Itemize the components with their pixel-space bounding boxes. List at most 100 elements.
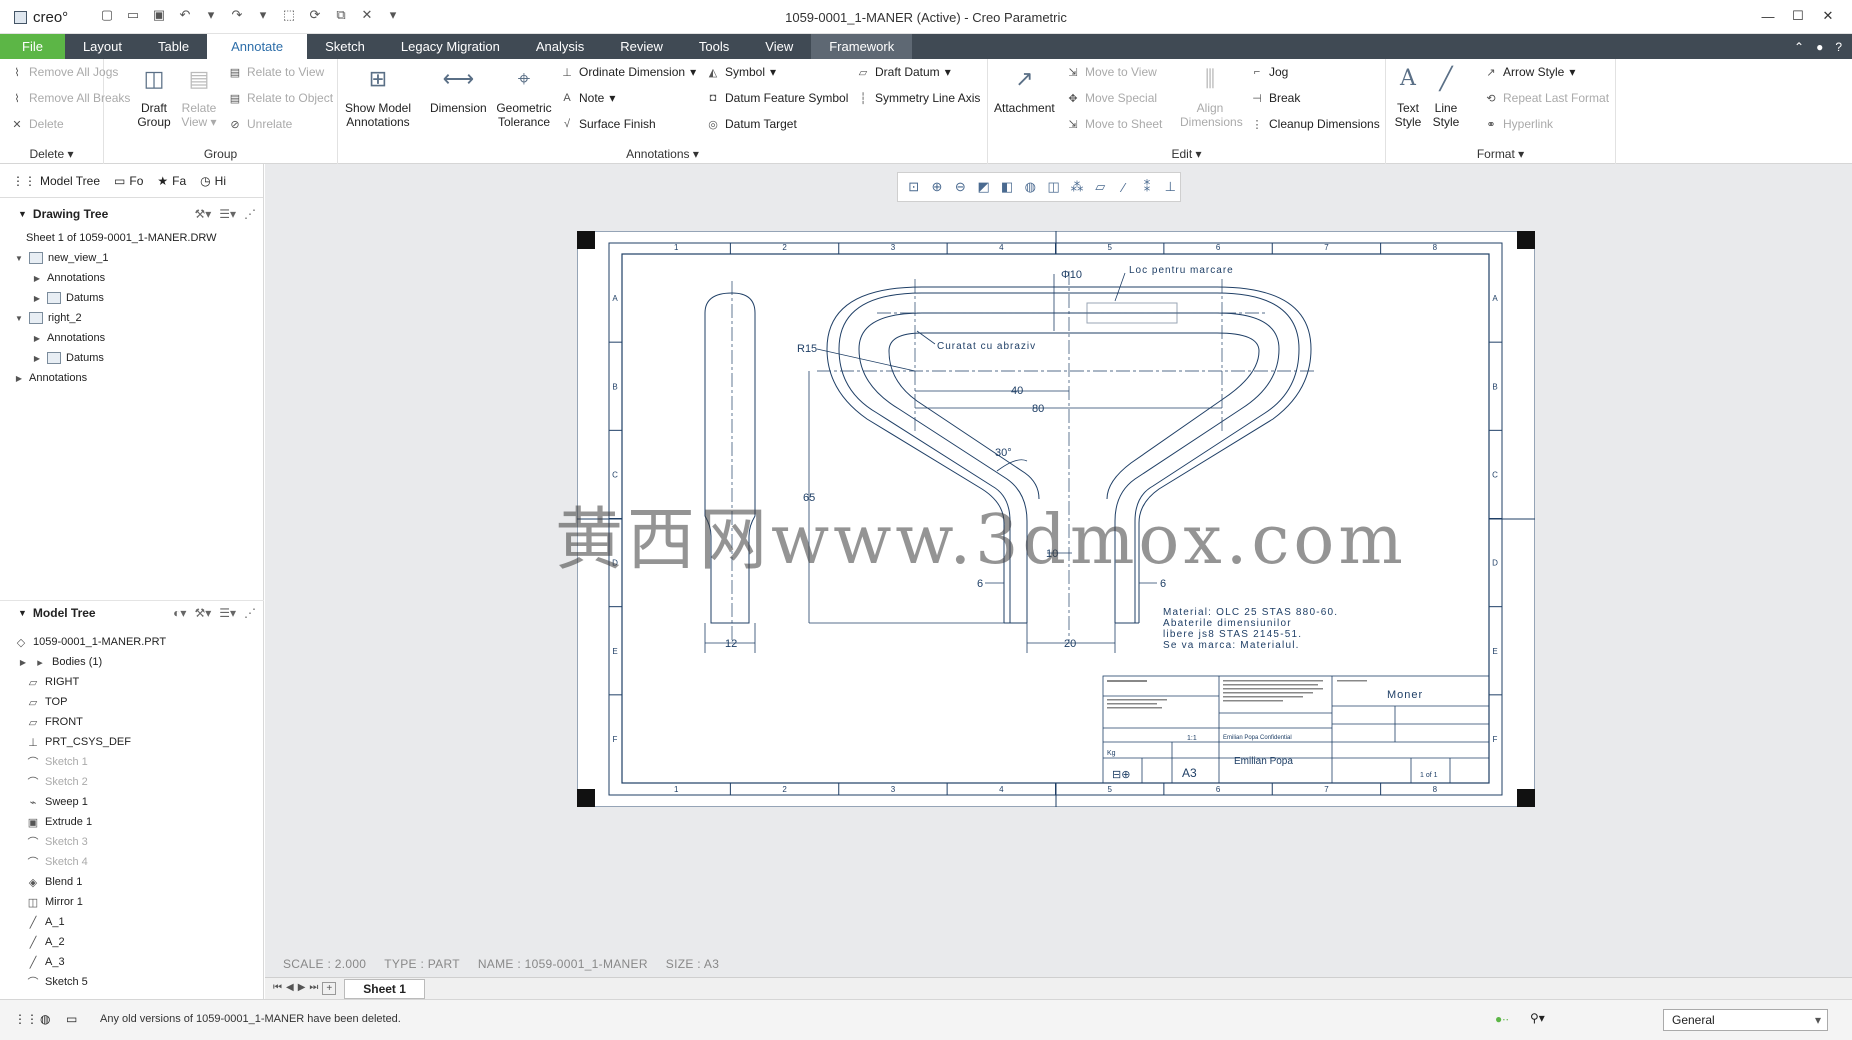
regeneration-status-icon[interactable]: ●∙∙ [1495, 1012, 1509, 1026]
tree-item-sheet[interactable]: Sheet 1 of 1059-0001_1-MANER.DRW [26, 228, 217, 248]
tree-filter-icon[interactable]: ⋰ [244, 207, 256, 221]
tab-annotate[interactable]: Annotate [207, 34, 308, 59]
selection-filter-dropdown[interactable]: General [1663, 1009, 1828, 1031]
expand-icon[interactable]: ▶ [14, 374, 24, 383]
show-model-annotations-button[interactable]: ⊞ Show Model Annotations [342, 63, 414, 130]
point-display-icon[interactable]: ⁑ [1137, 177, 1156, 197]
dim-6-right[interactable]: 6 [1160, 578, 1166, 590]
tree-item-annotations[interactable]: ▶ Annotations [32, 328, 105, 348]
redo-icon[interactable]: ↷ [228, 6, 246, 24]
panel-tab-model-tree[interactable]: ⋮⋮ Model Tree [12, 174, 100, 188]
format-group-label[interactable]: Format ▾ [1386, 147, 1615, 161]
delete-button[interactable]: ✕ Delete [10, 117, 63, 131]
tree-item-annotations[interactable]: ▶ Annotations [14, 368, 87, 388]
expand-icon[interactable]: ▼ [14, 254, 24, 263]
datum-target-button[interactable]: ◎ Datum Target [706, 117, 797, 131]
note-marking[interactable]: Loc pentru marcare [1129, 265, 1234, 276]
help-icon[interactable]: ? [1835, 40, 1842, 54]
close-button[interactable]: ✕ [1814, 5, 1842, 27]
jog-button[interactable]: ⌐ Jog [1250, 65, 1289, 79]
dim-12[interactable]: 12 [725, 638, 737, 650]
expand-icon[interactable]: ▶ [18, 658, 28, 667]
add-sheet-icon[interactable]: + [322, 982, 337, 995]
browser-toggle-icon[interactable]: ◍ [40, 1012, 50, 1026]
model-tree-item[interactable]: ╱ A_3 [26, 952, 65, 972]
remove-all-jogs-button[interactable]: ⌇ Remove All Jogs [10, 65, 118, 79]
draft-datum-button[interactable]: ▱ Draft Datum ▾ [856, 65, 951, 79]
display-style-icon[interactable]: ◧ [997, 177, 1016, 197]
tree-item-datums[interactable]: ▶ Datums [32, 288, 104, 308]
arrow-style-button[interactable]: ↗ Arrow Style ▾ [1484, 65, 1575, 79]
select-box-icon[interactable]: ⬚ [280, 6, 298, 24]
cleanup-dimensions-button[interactable]: ⋮ Cleanup Dimensions [1250, 117, 1380, 131]
relate-to-object-button[interactable]: ▤ Relate to Object [228, 91, 333, 105]
break-button[interactable]: ⊣ Break [1250, 91, 1300, 105]
refit-icon[interactable]: ⊡ [904, 177, 923, 197]
panel-tab-favorites[interactable]: ★ Fa [157, 174, 186, 188]
model-tree-item[interactable]: ◇ 1059-0001_1-MANER.PRT [14, 632, 166, 652]
model-tree-item[interactable]: ▣ Extrude 1 [26, 812, 92, 832]
zoom-out-icon[interactable]: ⊖ [951, 177, 970, 197]
geometric-tolerance-button[interactable]: ⌖ Geometric Tolerance [494, 63, 554, 130]
note-abrasive[interactable]: Curatat cu abraziv [937, 341, 1036, 352]
zoom-in-icon[interactable]: ⊕ [927, 177, 946, 197]
undo-icon[interactable]: ↶ [176, 6, 194, 24]
line-style-button[interactable]: ╱ Line Style [1430, 63, 1462, 130]
panel-tab-folder[interactable]: ▭ Fo [114, 174, 143, 188]
expand-icon[interactable]: ▶ [32, 274, 42, 283]
tab-review[interactable]: Review [602, 34, 681, 59]
drawing-title[interactable]: Moner [1387, 689, 1423, 701]
model-tree-item[interactable]: ▱ RIGHT [26, 672, 79, 692]
axis-display-icon[interactable]: ∕ [1114, 177, 1133, 197]
tab-framework[interactable]: Framework [811, 34, 913, 59]
unrelate-button[interactable]: ⊘ Unrelate [228, 117, 292, 131]
move-special-button[interactable]: ✥ Move Special [1066, 91, 1157, 105]
draft-datum-dropdown-icon[interactable]: ▾ [945, 65, 951, 79]
regenerate-icon[interactable]: ⟳ [306, 6, 324, 24]
ordinate-dropdown-icon[interactable]: ▾ [690, 65, 696, 79]
first-sheet-icon[interactable]: ⏮ [273, 982, 282, 995]
datum-display-icon[interactable]: ⁂ [1067, 177, 1086, 197]
ordinate-dimension-button[interactable]: ⊥ Ordinate Dimension ▾ [560, 65, 696, 79]
redo-dropdown-icon[interactable]: ▾ [254, 6, 272, 24]
dim-20[interactable]: 20 [1064, 638, 1076, 650]
dim-30[interactable]: 30° [995, 447, 1012, 459]
tree-settings-icon[interactable]: ⚒▾ [194, 207, 211, 221]
last-sheet-icon[interactable]: ⏭ [309, 982, 318, 995]
model-tree-item[interactable]: ▶ ▸ Bodies (1) [18, 652, 102, 672]
collapse-ribbon-icon[interactable]: ⌃ [1794, 40, 1804, 54]
model-tree-item[interactable]: ⌁ Sweep 1 [26, 792, 88, 812]
customize-qat-icon[interactable]: ▾ [384, 6, 402, 24]
delete-group-label[interactable]: Delete ▾ [0, 147, 103, 161]
show-icon[interactable]: ◐▾ [173, 606, 186, 620]
model-tree-item[interactable]: ╱ A_2 [26, 932, 65, 952]
plane-display-icon[interactable]: ▱ [1091, 177, 1110, 197]
tab-view[interactable]: View [747, 34, 811, 59]
tab-tools[interactable]: Tools [681, 34, 747, 59]
model-tree-header[interactable]: ▼ Model Tree ◐▾ ⚒▾ ☰▾ ⋰ [0, 600, 264, 624]
drawing-tree-header[interactable]: ▼ Drawing Tree ⚒▾ ☰▾ ⋰ [0, 202, 264, 226]
repaint-icon[interactable]: ◩ [974, 177, 993, 197]
align-dimensions-button[interactable]: ⫼ Align Dimensions [1180, 63, 1243, 130]
tree-item-annotations[interactable]: ▶ Annotations [32, 268, 105, 288]
hyperlink-button[interactable]: ⚭ Hyperlink [1484, 117, 1553, 131]
graphics-area[interactable]: ⊡ ⊕ ⊖ ◩ ◧ ◍ ◫ ⁂ ▱ ∕ ⁑ ⊥ 1122334455667788… [265, 164, 1852, 977]
drawing-sheet[interactable]: 1122334455667788A AB BC CD DE EF F Φ10 R… [577, 231, 1535, 807]
expand-icon[interactable]: ▶ [32, 334, 42, 343]
next-sheet-icon[interactable]: ▶ [298, 982, 306, 995]
model-tree-item[interactable]: ⌒ Sketch 2 [26, 772, 88, 792]
dim-6-left[interactable]: 6 [977, 578, 983, 590]
dim-10[interactable]: 10 [1046, 548, 1058, 560]
undo-dropdown-icon[interactable]: ▾ [202, 6, 220, 24]
tree-item-right-2[interactable]: ▼ right_2 [14, 308, 82, 328]
relate-view-button[interactable]: ▤ Relate View ▾ [179, 63, 219, 130]
annotations-group-label[interactable]: Annotations ▾ [338, 147, 987, 161]
model-tree-item[interactable]: ╱ A_1 [26, 912, 65, 932]
model-tree-item[interactable]: ⌒ Sketch 1 [26, 752, 88, 772]
tab-layout[interactable]: Layout [65, 34, 140, 59]
panel-tab-history[interactable]: ◷ Hi [200, 174, 226, 188]
expand-icon[interactable]: ▶ [32, 354, 42, 363]
tree-settings-icon[interactable]: ⚒▾ [194, 606, 211, 620]
model-tree-item[interactable]: ◫ Mirror 1 [26, 892, 83, 912]
dim-40[interactable]: 40 [1011, 385, 1023, 397]
